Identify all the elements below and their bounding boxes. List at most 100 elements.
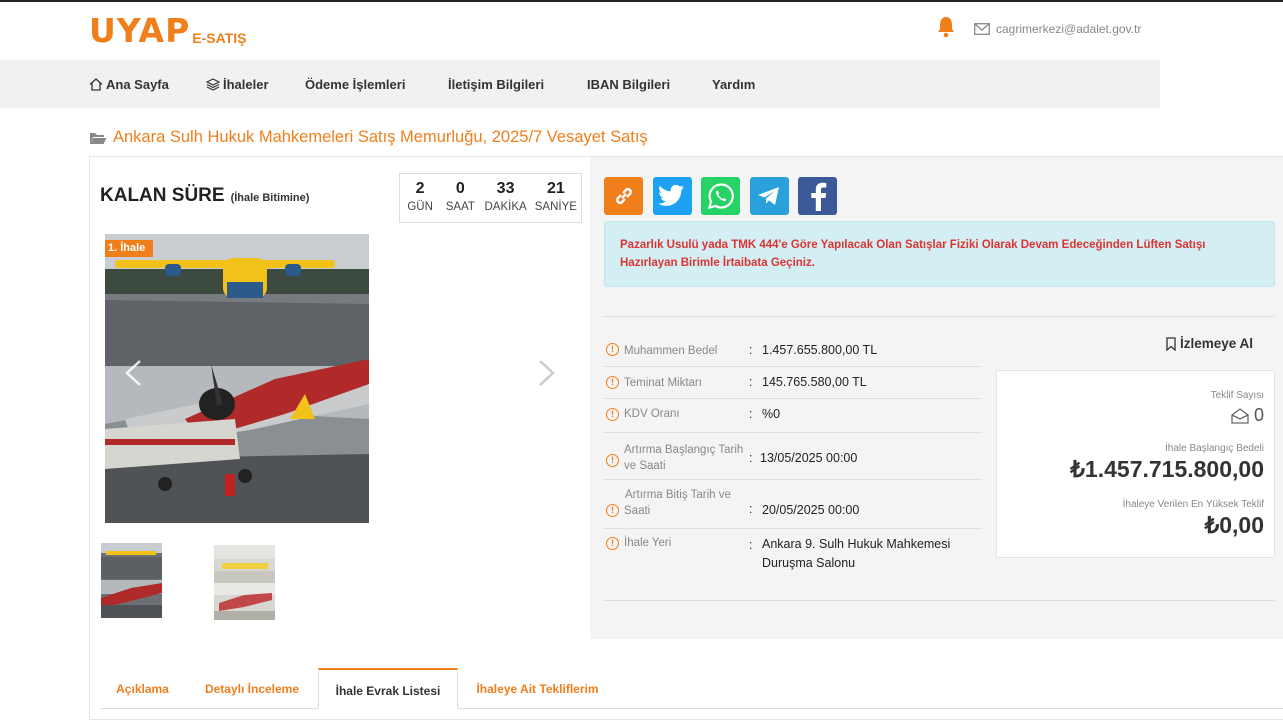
layers-icon <box>206 78 220 91</box>
remaining-time-heading: KALAN SÜRE (İhale Bitimine) <box>100 185 309 207</box>
folder-open-icon <box>90 132 107 144</box>
offer-count-label: Teklif Sayısı <box>1210 390 1264 401</box>
detail-label: Teminat Miktarı <box>624 377 702 389</box>
tab-bar: Açıklama Detaylı İnceleme İhale Evrak Li… <box>100 668 1283 709</box>
twitter-icon[interactable] <box>652 177 692 215</box>
gavel-icon <box>1231 407 1249 424</box>
nav-item-home[interactable]: Ana Sayfa <box>89 77 169 92</box>
detail-colon: : <box>749 375 753 389</box>
highest-bid-label: İhaleye Verilen En Yüksek Teklif <box>1122 499 1264 510</box>
detail-value: 1.457.655.800,00 TL <box>762 343 878 357</box>
info-icon: ! <box>606 504 619 517</box>
detail-colon: : <box>749 538 753 552</box>
detail-value: 20/05/2025 00:00 <box>762 503 860 517</box>
header: UYAP E-SATIŞ cagrimerkezi@adalet.gov.tr <box>0 2 1283 60</box>
countdown-value: 21 <box>546 180 565 197</box>
countdown-unit: SAAT <box>445 201 475 213</box>
nav-item-label: İletişim Bilgileri <box>448 77 545 92</box>
detail-label: KDV Oranı <box>624 408 680 420</box>
detail-label: İhale Yeri <box>624 537 672 549</box>
envelope-icon <box>974 23 990 35</box>
bid-summary-box: Teklif Sayısı 0 İhale Başlangıç Bedeli ₺… <box>996 370 1275 558</box>
main-nav: Ana Sayfa İhaleler Ödeme İşlemleri İleti… <box>0 60 1160 108</box>
detail-value: %0 <box>762 407 781 421</box>
detail-label: Muhammen Bedel <box>624 345 718 357</box>
nav-item-help[interactable]: Yardım <box>712 77 755 92</box>
tab-description[interactable]: Açıklama <box>100 668 185 709</box>
logo-main-text: UYAP <box>89 11 191 50</box>
countdown-unit: SANİYE <box>534 201 577 213</box>
nav-item-iban[interactable]: IBAN Bilgileri <box>587 77 670 92</box>
countdown-value: 2 <box>415 180 425 197</box>
countdown-value: 0 <box>455 180 465 197</box>
info-icon: ! <box>606 376 619 389</box>
divider <box>604 600 1275 601</box>
countdown-days: 2 GÜN <box>400 174 440 222</box>
info-icon: ! <box>606 343 619 356</box>
email-text: cagrimerkezi@adalet.gov.tr <box>996 22 1142 36</box>
detail-label: Artırma Bitiş Tarih ve Saati <box>624 489 731 517</box>
countdown-unit: DAKİKA <box>484 201 527 213</box>
watch-button[interactable]: İzlemeye Al <box>1165 336 1253 351</box>
link-icon[interactable] <box>604 177 643 215</box>
info-icon: ! <box>606 408 619 421</box>
breadcrumb-text: Ankara Sulh Hukuk Mahkemeleri Satış Memu… <box>113 128 648 146</box>
nav-item-contact[interactable]: İletişim Bilgileri <box>448 77 544 92</box>
tab-detailed-review[interactable]: Detaylı İnceleme <box>192 668 312 709</box>
start-price-label: İhale Başlangıç Bedeli <box>1165 443 1264 454</box>
detail-colon: : <box>749 451 753 465</box>
offer-count: 0 <box>1230 405 1264 426</box>
bookmark-icon <box>1166 336 1176 351</box>
facebook-icon[interactable] <box>798 177 837 215</box>
divider <box>604 316 1275 317</box>
detail-colon: : <box>749 343 753 357</box>
tab-my-offers[interactable]: İhaleye Ait Tekliflerim <box>465 668 610 709</box>
nav-item-label: Ödeme İşlemleri <box>305 77 406 92</box>
watch-label: İzlemeye Al <box>1180 336 1254 351</box>
uyap-logo[interactable]: UYAP E-SATIŞ <box>89 12 246 48</box>
detail-colon: : <box>749 502 753 516</box>
countdown-seconds: 21 SANİYE <box>531 174 581 222</box>
nav-item-label: Ana Sayfa <box>106 77 169 92</box>
countdown-hours: 0 SAAT <box>440 174 480 222</box>
share-buttons <box>604 177 847 215</box>
detail-value: 13/05/2025 00:00 <box>760 451 858 465</box>
auction-number-badge: 1. İhale <box>105 240 153 257</box>
remaining-time-subtitle: (İhale Bitimine) <box>230 192 310 204</box>
offer-count-value: 0 <box>1253 405 1264 425</box>
detail-row-location: ! İhale Yeri : Ankara 9. Sulh Hukuk Mahk… <box>604 529 982 577</box>
detail-row-vat: ! KDV Oranı : %0 <box>604 399 982 433</box>
info-icon: ! <box>606 454 619 467</box>
nav-item-label: İhaleler <box>223 77 269 92</box>
nav-item-auctions[interactable]: İhaleler <box>206 77 269 92</box>
whatsapp-icon[interactable] <box>701 177 740 215</box>
detail-row-estimated-value: ! Muhammen Bedel : 1.457.655.800,00 TL <box>604 337 982 367</box>
chevron-left-icon[interactable] <box>122 358 144 388</box>
detail-label: Artırma Başlangıç Tarih ve Saati <box>624 444 744 472</box>
nav-item-payments[interactable]: Ödeme İşlemleri <box>305 77 405 92</box>
photo-thumbnail[interactable] <box>214 545 275 620</box>
photo-thumbnail[interactable] <box>101 543 162 618</box>
detail-colon: : <box>749 407 753 421</box>
start-price-value: ₺1.457.715.800,00 <box>1070 456 1264 482</box>
contact-email[interactable]: cagrimerkezi@adalet.gov.tr <box>974 22 1141 36</box>
telegram-icon[interactable] <box>749 177 789 215</box>
remaining-time-title: KALAN SÜRE <box>100 185 225 206</box>
aircraft-photo[interactable] <box>105 234 369 523</box>
detail-row-end-date: ! Artırma Bitiş Tarih ve Saati : 20/05/2… <box>604 480 982 529</box>
countdown-unit: GÜN <box>407 201 433 213</box>
chevron-right-icon[interactable] <box>536 358 558 388</box>
bell-icon[interactable] <box>936 16 956 38</box>
countdown-value: 33 <box>496 180 515 197</box>
info-icon: ! <box>606 537 619 550</box>
home-icon <box>89 78 103 91</box>
tab-document-list[interactable]: İhale Evrak Listesi <box>318 668 458 709</box>
detail-row-start-date: ! Artırma Başlangıç Tarih ve Saati : 13/… <box>604 433 982 480</box>
countdown-timer: 2 GÜN 0 SAAT 33 DAKİKA 21 SANİYE <box>399 173 582 223</box>
detail-row-collateral: ! Teminat Miktarı : 145.765.580,00 TL <box>604 367 982 399</box>
breadcrumb[interactable]: Ankara Sulh Hukuk Mahkemeleri Satış Memu… <box>89 128 648 147</box>
highest-bid-value: ₺0,00 <box>1204 512 1264 538</box>
detail-value: Ankara 9. Sulh Hukuk Mahkemesi Duruşma S… <box>762 537 951 570</box>
detail-value: 145.765.580,00 TL <box>762 375 867 389</box>
countdown-minutes: 33 DAKİKA <box>480 174 530 222</box>
